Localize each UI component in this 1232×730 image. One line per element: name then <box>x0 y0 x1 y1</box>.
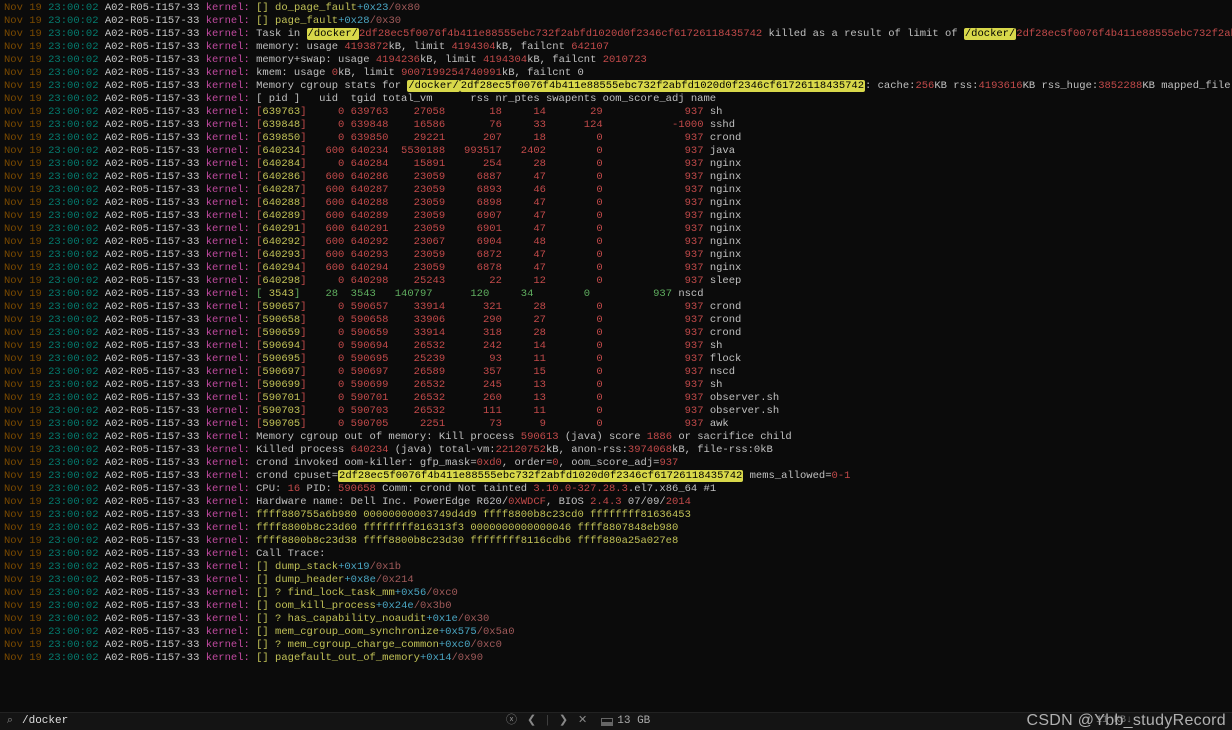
memory-indicator: 13 GB <box>601 715 650 728</box>
log-line: Nov 19 23:00:02 A02-R05-I157-33 kernel: … <box>4 626 1228 639</box>
log-line: Nov 19 23:00:02 A02-R05-I157-33 kernel: … <box>4 327 1228 340</box>
log-line: Nov 19 23:00:02 A02-R05-I157-33 kernel: … <box>4 41 1228 54</box>
log-line: Nov 19 23:00:02 A02-R05-I157-33 kernel: … <box>4 418 1228 431</box>
log-line: Nov 19 23:00:02 A02-R05-I157-33 kernel: … <box>4 509 1228 522</box>
log-line: Nov 19 23:00:02 A02-R05-I157-33 kernel: … <box>4 405 1228 418</box>
log-line: Nov 19 23:00:02 A02-R05-I157-33 kernel: … <box>4 262 1228 275</box>
log-output: Nov 19 23:00:02 A02-R05-I157-33 kernel: … <box>0 0 1232 667</box>
log-line: Nov 19 23:00:02 A02-R05-I157-33 kernel: … <box>4 80 1228 93</box>
log-line: Nov 19 23:00:02 A02-R05-I157-33 kernel: … <box>4 184 1228 197</box>
log-line: Nov 19 23:00:02 A02-R05-I157-33 kernel: … <box>4 379 1228 392</box>
network-indicator: ↑ 11 KB↓ <box>1084 714 1132 727</box>
memory-text: 13 GB <box>617 715 650 728</box>
log-line: Nov 19 23:00:02 A02-R05-I157-33 kernel: … <box>4 275 1228 288</box>
log-line: Nov 19 23:00:02 A02-R05-I157-33 kernel: … <box>4 314 1228 327</box>
log-line: Nov 19 23:00:02 A02-R05-I157-33 kernel: … <box>4 158 1228 171</box>
log-line: Nov 19 23:00:02 A02-R05-I157-33 kernel: … <box>4 353 1228 366</box>
next-match-icon[interactable]: ❯ <box>557 715 570 728</box>
log-line: Nov 19 23:00:02 A02-R05-I157-33 kernel: … <box>4 106 1228 119</box>
log-line: Nov 19 23:00:02 A02-R05-I157-33 kernel: … <box>4 587 1228 600</box>
clear-icon[interactable]: ✕ <box>576 715 589 728</box>
log-line: Nov 19 23:00:02 A02-R05-I157-33 kernel: … <box>4 652 1228 665</box>
log-line: Nov 19 23:00:02 A02-R05-I157-33 kernel: … <box>4 613 1228 626</box>
close-icon[interactable]: ⓧ <box>504 715 519 728</box>
log-line: Nov 19 23:00:02 A02-R05-I157-33 kernel: … <box>4 392 1228 405</box>
log-line: Nov 19 23:00:02 A02-R05-I157-33 kernel: … <box>4 301 1228 314</box>
log-line: Nov 19 23:00:02 A02-R05-I157-33 kernel: … <box>4 67 1228 80</box>
log-line: Nov 19 23:00:02 A02-R05-I157-33 kernel: … <box>4 236 1228 249</box>
log-line: Nov 19 23:00:02 A02-R05-I157-33 kernel: … <box>4 431 1228 444</box>
log-line: Nov 19 23:00:02 A02-R05-I157-33 kernel: … <box>4 93 1228 106</box>
log-line: Nov 19 23:00:02 A02-R05-I157-33 kernel: … <box>4 548 1228 561</box>
log-line: Nov 19 23:00:02 A02-R05-I157-33 kernel: … <box>4 197 1228 210</box>
log-line: Nov 19 23:00:02 A02-R05-I157-33 kernel: … <box>4 457 1228 470</box>
log-line: Nov 19 23:00:02 A02-R05-I157-33 kernel: … <box>4 574 1228 587</box>
log-line: Nov 19 23:00:02 A02-R05-I157-33 kernel: … <box>4 483 1228 496</box>
log-line: Nov 19 23:00:02 A02-R05-I157-33 kernel: … <box>4 210 1228 223</box>
log-line: Nov 19 23:00:02 A02-R05-I157-33 kernel: … <box>4 145 1228 158</box>
prev-match-icon[interactable]: ❮ <box>525 715 538 728</box>
log-line: Nov 19 23:00:02 A02-R05-I157-33 kernel: … <box>4 522 1228 535</box>
log-line: Nov 19 23:00:02 A02-R05-I157-33 kernel: … <box>4 444 1228 457</box>
search-bar[interactable]: ⌕ ⓧ ❮ | ❯ ✕ 13 GB <box>0 712 1232 730</box>
search-input[interactable] <box>22 715 162 728</box>
memory-bar-icon <box>601 718 613 726</box>
log-line: Nov 19 23:00:02 A02-R05-I157-33 kernel: … <box>4 223 1228 236</box>
log-line: Nov 19 23:00:02 A02-R05-I157-33 kernel: … <box>4 54 1228 67</box>
log-line: Nov 19 23:00:02 A02-R05-I157-33 kernel: … <box>4 639 1228 652</box>
log-line: Nov 19 23:00:02 A02-R05-I157-33 kernel: … <box>4 366 1228 379</box>
log-line: Nov 19 23:00:02 A02-R05-I157-33 kernel: … <box>4 119 1228 132</box>
log-line: Nov 19 23:00:02 A02-R05-I157-33 kernel: … <box>4 535 1228 548</box>
log-line: Nov 19 23:00:02 A02-R05-I157-33 kernel: … <box>4 561 1228 574</box>
log-line: Nov 19 23:00:02 A02-R05-I157-33 kernel: … <box>4 132 1228 145</box>
log-line: Nov 19 23:00:02 A02-R05-I157-33 kernel: … <box>4 496 1228 509</box>
log-line: Nov 19 23:00:02 A02-R05-I157-33 kernel: … <box>4 288 1228 301</box>
log-line: Nov 19 23:00:02 A02-R05-I157-33 kernel: … <box>4 28 1228 41</box>
log-line: Nov 19 23:00:02 A02-R05-I157-33 kernel: … <box>4 470 1228 483</box>
log-line: Nov 19 23:00:02 A02-R05-I157-33 kernel: … <box>4 340 1228 353</box>
log-line: Nov 19 23:00:02 A02-R05-I157-33 kernel: … <box>4 171 1228 184</box>
log-line: Nov 19 23:00:02 A02-R05-I157-33 kernel: … <box>4 15 1228 28</box>
search-icon: ⌕ <box>4 715 16 728</box>
log-line: Nov 19 23:00:02 A02-R05-I157-33 kernel: … <box>4 600 1228 613</box>
log-line: Nov 19 23:00:02 A02-R05-I157-33 kernel: … <box>4 2 1228 15</box>
log-line: Nov 19 23:00:02 A02-R05-I157-33 kernel: … <box>4 249 1228 262</box>
